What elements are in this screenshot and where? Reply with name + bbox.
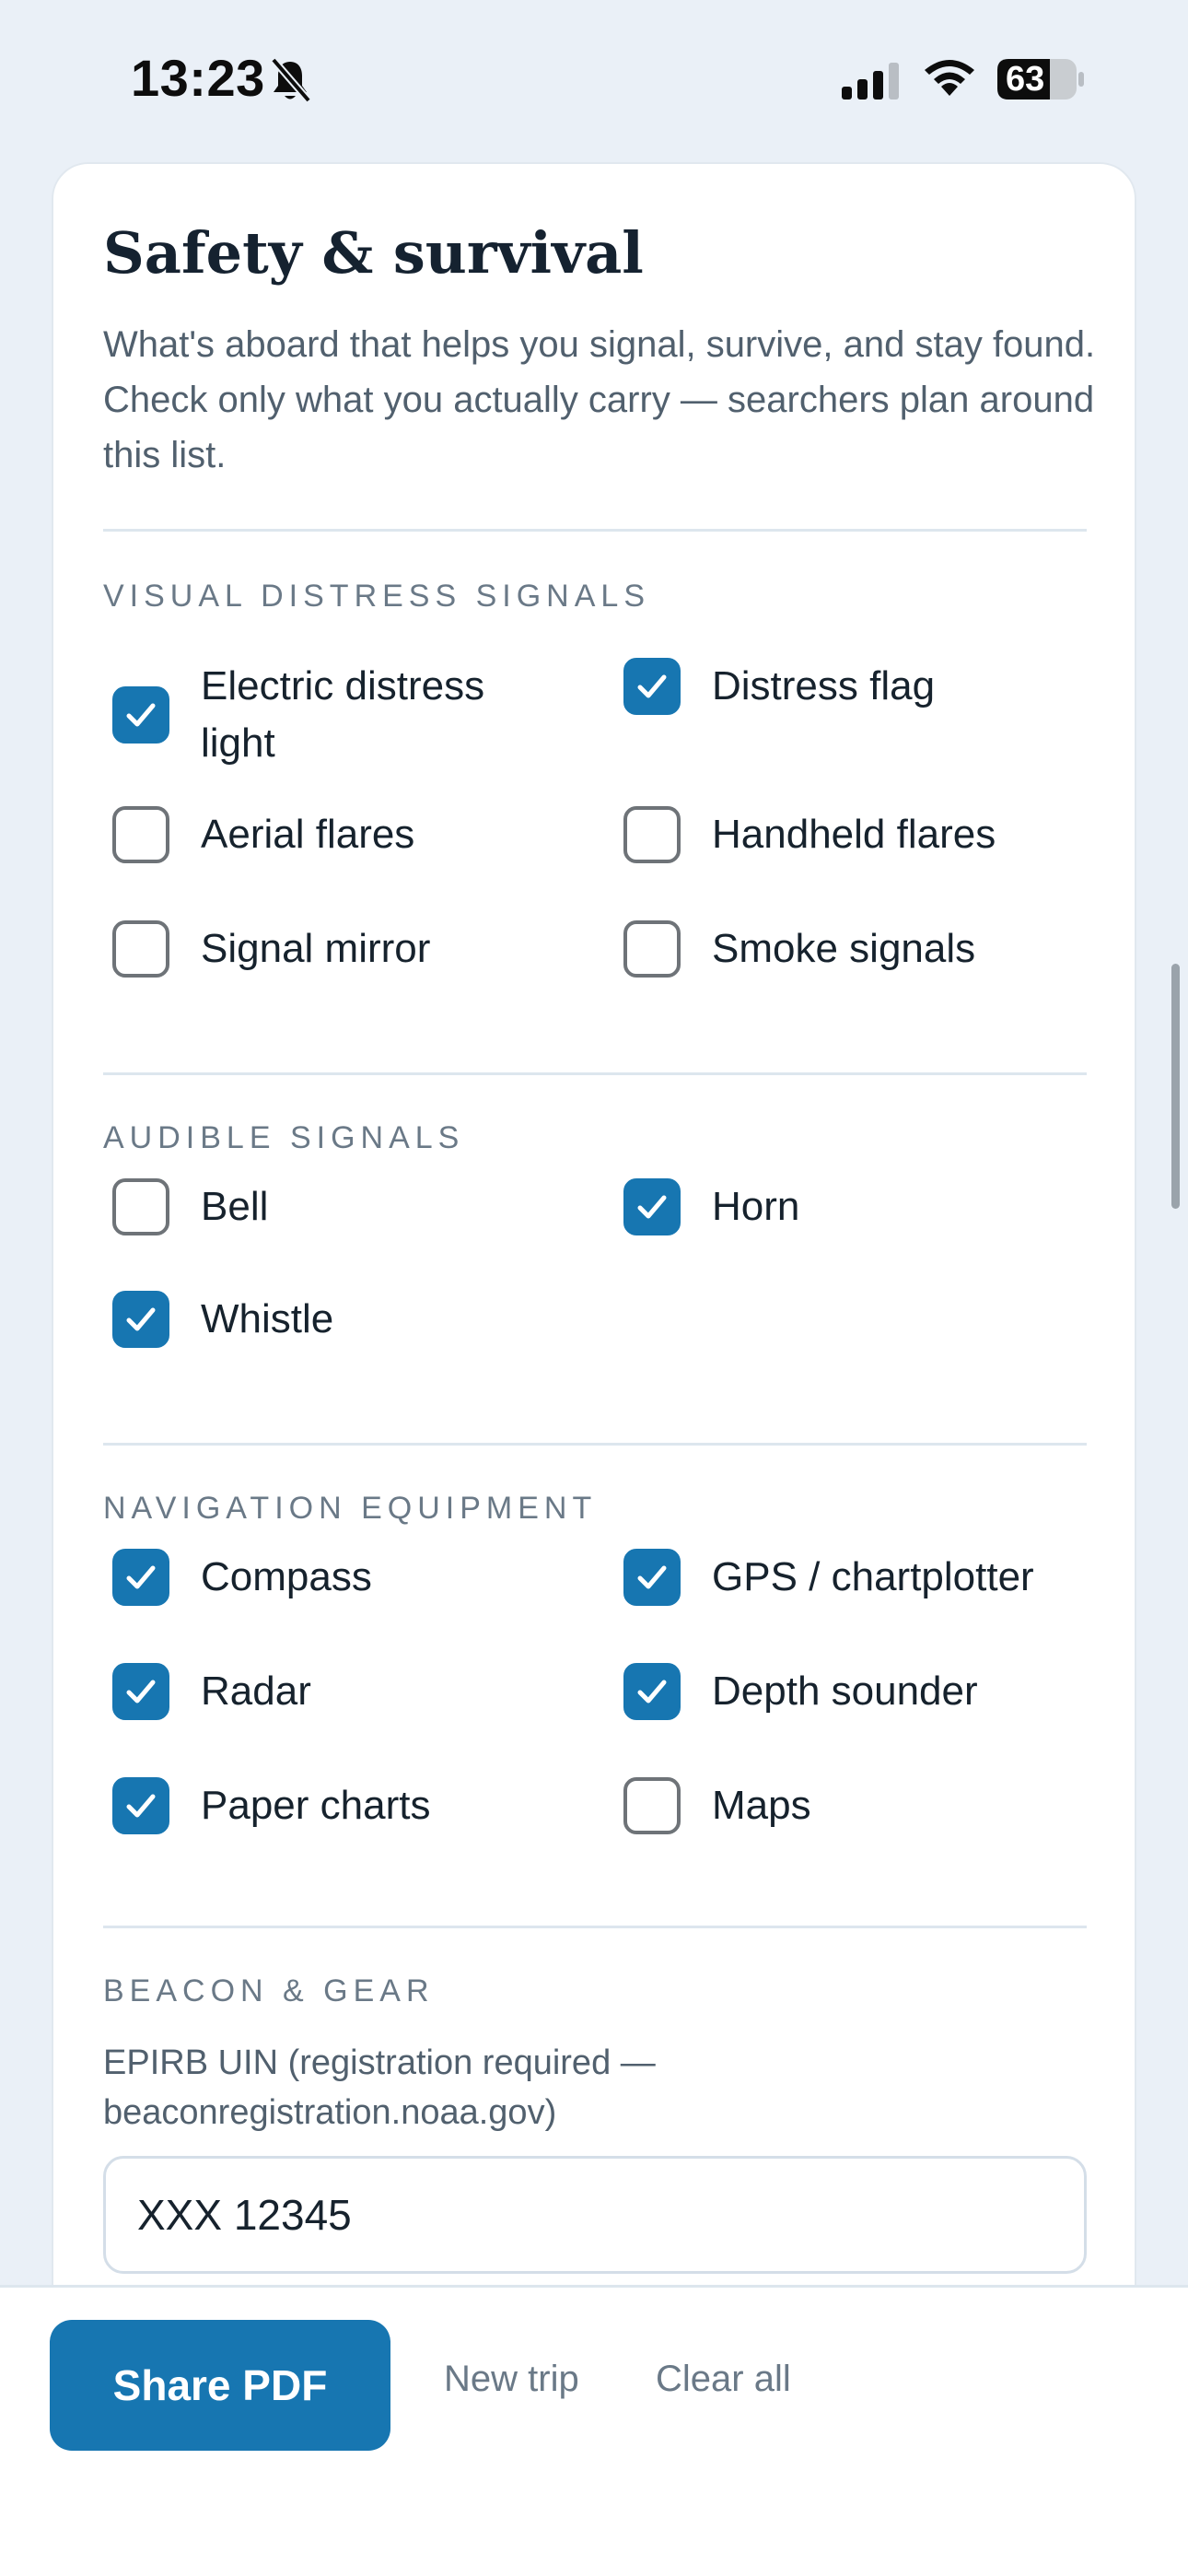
- checkbox-checked[interactable]: [623, 1663, 681, 1720]
- checkbox-unchecked[interactable]: [112, 1178, 169, 1235]
- checkbox-label: Whistle: [201, 1296, 334, 1341]
- checkbox-checked[interactable]: [112, 1777, 169, 1834]
- group-label-beacon: BEACON & GEAR: [103, 1973, 435, 2008]
- group-label-navigation: NAVIGATION EQUIPMENT: [103, 1491, 598, 1526]
- divider: [103, 1926, 1087, 1928]
- checkbox-label: Depth sounder: [712, 1669, 978, 1714]
- checkbox-item[interactable]: Paper charts: [112, 1777, 430, 1834]
- checkbox-label: GPS / chartplotter: [712, 1554, 1034, 1599]
- checkbox-item[interactable]: Depth sounder: [623, 1663, 978, 1720]
- scrollbar[interactable]: [1171, 964, 1180, 1209]
- checkbox-item[interactable]: Horn: [623, 1178, 799, 1235]
- checkmark-icon: [126, 703, 156, 727]
- section-description: What's aboard that helps you signal, sur…: [103, 324, 1096, 475]
- checkbox-item[interactable]: Bell: [112, 1178, 268, 1235]
- checkbox-item[interactable]: GPS / chartplotter: [623, 1549, 1034, 1606]
- checkbox-item[interactable]: Radar: [112, 1663, 311, 1720]
- checkbox-item[interactable]: Compass: [112, 1549, 372, 1606]
- checkbox-label: Electric distress light: [201, 663, 485, 766]
- checkmark-icon: [637, 1565, 667, 1589]
- wifi-icon: [925, 60, 974, 96]
- checkbox-checked[interactable]: [623, 1178, 681, 1235]
- checkbox-item[interactable]: Aerial flares: [112, 806, 414, 863]
- checkbox-unchecked[interactable]: [112, 920, 169, 978]
- epirb-field-label: EPIRB UIN (registration required — beaco…: [103, 2043, 656, 2132]
- checkmark-icon: [637, 1195, 667, 1219]
- checkbox-label: Maps: [712, 1783, 811, 1828]
- checkbox-checked[interactable]: [112, 1663, 169, 1720]
- checkmark-icon: [126, 1794, 156, 1818]
- checkbox-item[interactable]: Signal mirror: [112, 920, 430, 978]
- checkbox-label: Bell: [201, 1184, 269, 1229]
- bell-slash-icon: [270, 57, 311, 103]
- checkbox-checked[interactable]: [112, 1291, 169, 1348]
- checkbox-label: Compass: [201, 1554, 372, 1599]
- group-label-audible: AUDIBLE SIGNALS: [103, 1120, 465, 1155]
- checkbox-item[interactable]: Whistle: [112, 1291, 333, 1348]
- checkbox-unchecked[interactable]: [623, 1777, 681, 1834]
- checkbox-checked[interactable]: [112, 1549, 169, 1606]
- checkbox-item[interactable]: Distress flag: [623, 658, 935, 715]
- checkbox-label: Aerial flares: [201, 812, 415, 857]
- checkbox-label: Smoke signals: [712, 926, 976, 971]
- cellular-signal-icon: [842, 63, 899, 100]
- checkmark-icon: [126, 1307, 156, 1331]
- checkbox-checked[interactable]: [112, 686, 169, 744]
- clear-all-button[interactable]: Clear all: [656, 2359, 791, 2400]
- page-title: Safety & survival: [103, 219, 644, 287]
- divider: [103, 529, 1087, 532]
- status-bar: 13:23 63: [0, 0, 1188, 157]
- checkbox-item[interactable]: Maps: [623, 1777, 811, 1834]
- checkbox-label: Horn: [712, 1184, 800, 1229]
- checkmark-icon: [637, 674, 667, 698]
- battery-level: 63: [1006, 60, 1045, 99]
- checkbox-label: Handheld flares: [712, 812, 996, 857]
- checkbox-checked[interactable]: [623, 1549, 681, 1606]
- new-trip-button[interactable]: New trip: [444, 2359, 579, 2400]
- checkbox-item[interactable]: Handheld flares: [623, 806, 996, 863]
- status-time: 13:23: [131, 49, 265, 107]
- divider: [103, 1443, 1087, 1446]
- checkbox-label: Signal mirror: [201, 926, 431, 971]
- checkbox-unchecked[interactable]: [112, 806, 169, 863]
- checkmark-icon: [126, 1680, 156, 1704]
- checkbox-label: Distress flag: [712, 663, 936, 708]
- group-label-visual: VISUAL DISTRESS SIGNALS: [103, 579, 650, 614]
- checkbox-label: Radar: [201, 1669, 311, 1714]
- divider: [103, 1072, 1087, 1075]
- checkbox-unchecked[interactable]: [623, 920, 681, 978]
- checkbox-label: Paper charts: [201, 1783, 431, 1828]
- checkmark-icon: [637, 1680, 667, 1704]
- checkmark-icon: [126, 1565, 156, 1589]
- share-pdf-button[interactable]: Share PDF: [50, 2320, 390, 2451]
- epirb-uin-input[interactable]: [103, 2156, 1087, 2274]
- checkbox-unchecked[interactable]: [623, 806, 681, 863]
- checkbox-checked[interactable]: [623, 658, 681, 715]
- checkbox-item[interactable]: Electric distress light: [112, 658, 569, 772]
- checkbox-item[interactable]: Smoke signals: [623, 920, 975, 978]
